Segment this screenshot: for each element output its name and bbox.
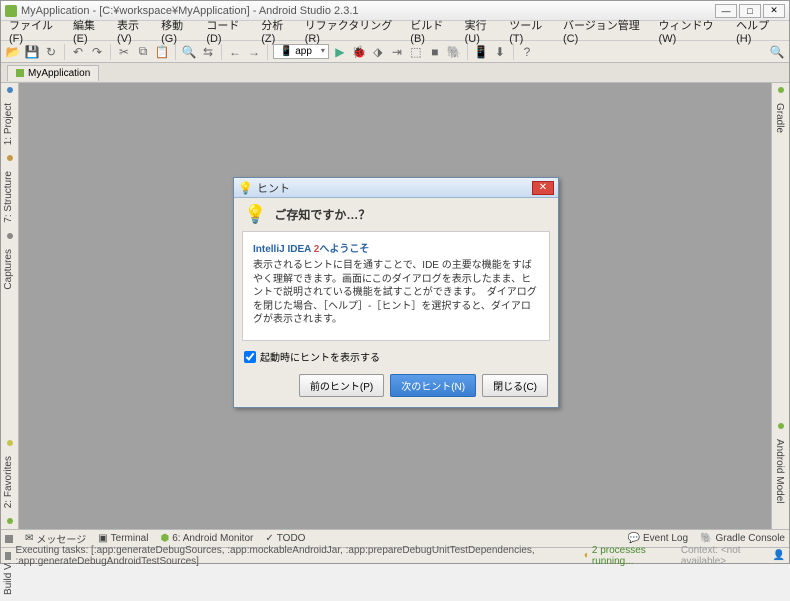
dialog-close-button[interactable]: ✕ — [532, 181, 554, 195]
prev-tip-button[interactable]: 前のヒント(P) — [299, 374, 384, 397]
corner-icon[interactable] — [5, 535, 13, 543]
project-dot-icon — [7, 87, 13, 93]
menu-view[interactable]: 表示(V) — [113, 15, 155, 47]
module-icon — [16, 69, 24, 77]
structure-dot-icon — [7, 155, 13, 161]
menubar: ファイル(F) 編集(E) 表示(V) 移動(G) コード(D) 分析(Z) リ… — [1, 21, 789, 41]
separator — [267, 44, 268, 60]
status-running[interactable]: 2 processes running... — [592, 545, 671, 567]
back-icon[interactable]: ← — [227, 44, 243, 60]
lamp-icon: 💡 — [244, 204, 266, 225]
debug-icon[interactable]: 🐞 — [351, 44, 367, 60]
dialog-buttons: 前のヒント(P) 次のヒント(N) 閉じる(C) — [234, 364, 558, 407]
separator — [467, 44, 468, 60]
dialog-body: IntelliJ IDEA 2へようこそ 表示されるヒントに目を通すことで、ID… — [242, 231, 550, 341]
separator — [64, 44, 65, 60]
menu-refactor[interactable]: リファクタリング(R) — [301, 15, 405, 47]
sync-icon[interactable]: ↻ — [43, 44, 59, 60]
replace-icon[interactable]: ⇆ — [200, 44, 216, 60]
status-context: Context: <not available> — [681, 545, 768, 567]
paste-icon[interactable]: 📋 — [154, 44, 170, 60]
tab-project[interactable]: 1: Project — [1, 97, 16, 151]
tab-captures[interactable]: Captures — [1, 243, 16, 296]
redo-icon[interactable]: ↷ — [89, 44, 105, 60]
attach-icon[interactable]: ⇥ — [389, 44, 405, 60]
separator — [221, 44, 222, 60]
tab-event-log[interactable]: 💬 Event Log — [628, 533, 689, 544]
nav-bar: MyApplication — [1, 63, 789, 83]
save-icon[interactable]: 💾 — [24, 44, 40, 60]
status-icon — [5, 552, 11, 560]
run-target-label: app — [295, 46, 312, 57]
right-toolwindow-bar: Gradle Android Model — [771, 83, 789, 529]
tab-terminal[interactable]: ▣ Terminal — [98, 533, 148, 544]
tab-android-model[interactable]: Android Model — [772, 433, 787, 509]
tab-android-monitor[interactable]: ⬢ 6: Android Monitor — [160, 533, 253, 544]
profile-icon[interactable]: ⬗ — [370, 44, 386, 60]
gradle-dot-icon — [778, 87, 784, 93]
progress-icon: ◐ — [584, 550, 590, 561]
dialog-heading: ご存知ですか…？ — [274, 206, 370, 223]
undo-icon[interactable]: ↶ — [70, 44, 86, 60]
menu-tools[interactable]: ツール(T) — [505, 15, 557, 47]
bulb-icon: 💡 — [238, 181, 253, 195]
menu-vcs[interactable]: バージョン管理(C) — [559, 15, 653, 47]
tab-structure[interactable]: 7: Structure — [1, 165, 16, 229]
copy-icon[interactable]: ⧉ — [135, 44, 151, 60]
breadcrumb[interactable]: MyApplication — [7, 65, 99, 81]
menu-edit[interactable]: 編集(E) — [69, 15, 111, 47]
menu-run[interactable]: 実行(U) — [461, 15, 504, 47]
tip-dialog: 💡 ヒント ✕ 💡 ご存知ですか…？ IntelliJ IDEA 2へようこそ … — [233, 177, 559, 408]
cut-icon[interactable]: ✂ — [116, 44, 132, 60]
welcome-line: IntelliJ IDEA 2へようこそ — [253, 240, 539, 255]
help-icon[interactable]: ? — [519, 44, 535, 60]
stop-icon[interactable]: ⬚ — [408, 44, 424, 60]
menu-file[interactable]: ファイル(F) — [5, 15, 67, 47]
menu-build[interactable]: ビルド(B) — [406, 15, 458, 47]
dialog-header: 💡 ご存知ですか…？ — [234, 198, 558, 231]
inspector-icon[interactable]: 👤 — [773, 550, 785, 561]
dialog-title: ヒント — [257, 180, 532, 196]
captures-dot-icon — [7, 233, 13, 239]
close-dialog-button[interactable]: 閉じる(C) — [482, 374, 548, 397]
menu-code[interactable]: コード(D) — [202, 15, 255, 47]
show-tips-checkbox[interactable]: 起動時にヒントを表示する — [234, 341, 558, 364]
breadcrumb-label: MyApplication — [28, 68, 90, 79]
sdk-icon[interactable]: ⬇ — [492, 44, 508, 60]
tab-favorites[interactable]: 2: Favorites — [1, 450, 16, 514]
variants-dot-icon — [7, 518, 13, 524]
show-tips-label: 起動時にヒントを表示する — [260, 349, 380, 364]
find-icon[interactable]: 🔍 — [181, 44, 197, 60]
model-dot-icon — [778, 423, 784, 429]
separator — [175, 44, 176, 60]
gradle-icon[interactable]: 🐘 — [446, 44, 462, 60]
menu-help[interactable]: ヘルプ(H) — [732, 15, 785, 47]
tab-gradle-console[interactable]: 🐘 Gradle Console — [700, 533, 785, 544]
menu-window[interactable]: ウィンドウ(W) — [655, 15, 731, 47]
favorites-dot-icon — [7, 440, 13, 446]
separator — [513, 44, 514, 60]
left-toolwindow-bar: 1: Project 7: Structure Captures 2: Favo… — [1, 83, 19, 529]
tip-text: 表示されるヒントに目を通すことで、IDE の主要な機能をすばやく理解できます。画… — [253, 259, 539, 327]
show-tips-input[interactable] — [244, 351, 256, 363]
run-target-select[interactable]: 📱 app — [273, 44, 329, 59]
menu-navigate[interactable]: 移動(G) — [157, 15, 200, 47]
open-icon[interactable]: 📂 — [5, 44, 21, 60]
status-task: Executing tasks: [:app:generateDebugSour… — [15, 545, 583, 567]
tab-gradle[interactable]: Gradle — [772, 97, 787, 139]
statusbar: Executing tasks: [:app:generateDebugSour… — [1, 547, 789, 563]
tab-todo[interactable]: ✓ TODO — [265, 533, 305, 544]
separator — [110, 44, 111, 60]
run-icon[interactable]: ▶ — [332, 44, 348, 60]
stop2-icon[interactable]: ■ — [427, 44, 443, 60]
dialog-titlebar: 💡 ヒント ✕ — [234, 178, 558, 198]
forward-icon[interactable]: → — [246, 44, 262, 60]
avd-icon[interactable]: 📱 — [473, 44, 489, 60]
next-tip-button[interactable]: 次のヒント(N) — [390, 374, 476, 397]
search-everywhere-icon[interactable]: 🔍 — [769, 44, 785, 60]
menu-analyze[interactable]: 分析(Z) — [257, 15, 299, 47]
